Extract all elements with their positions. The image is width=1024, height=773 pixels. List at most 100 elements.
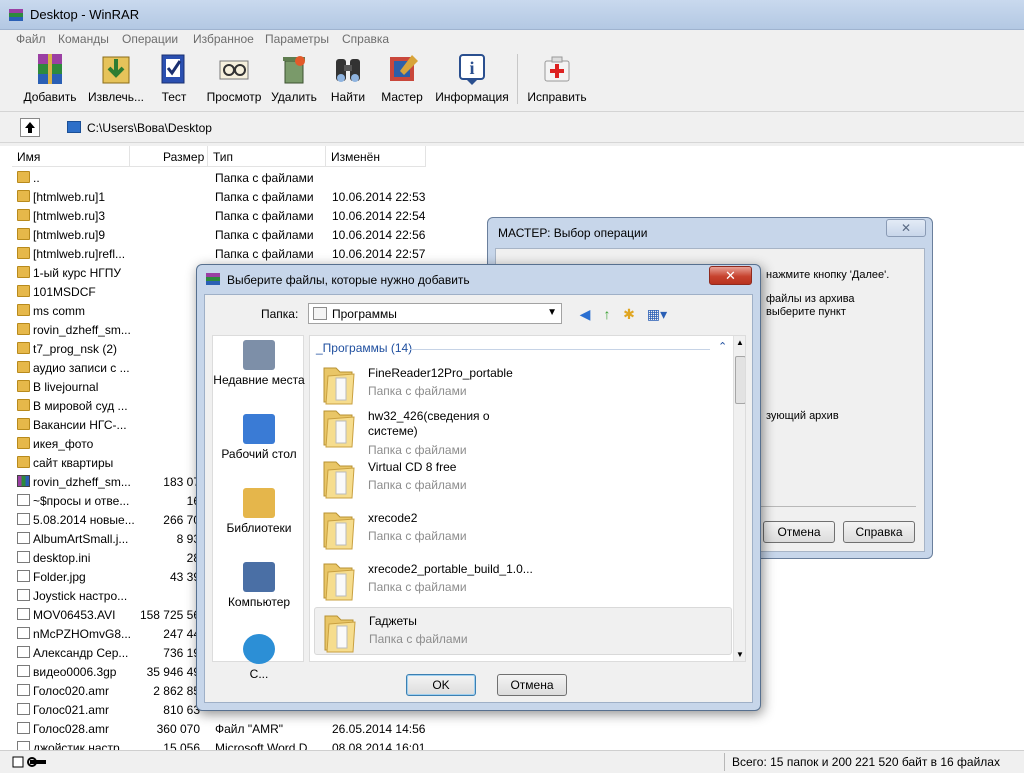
file-icon xyxy=(17,551,30,563)
folder-item[interactable]: hw32_426(сведения о системе) Папка с файл… xyxy=(314,403,732,457)
file-row[interactable]: [htmlweb.ru]refl... Папка с файлами 10.06.… xyxy=(0,244,430,263)
folder-item[interactable]: FineReader12Pro_portable Папка с файлами xyxy=(314,360,732,408)
folder-item[interactable]: Гаджеты Папка с файлами xyxy=(314,607,732,655)
file-type: Папка с файлами xyxy=(215,209,314,223)
find-icon xyxy=(336,59,360,82)
menu-commands[interactable]: Команды xyxy=(58,32,109,46)
wizard-cancel-button[interactable]: Отмена xyxy=(763,521,835,543)
folder-type: Папка с файлами xyxy=(369,632,468,646)
menu-file[interactable]: Файл xyxy=(16,32,46,46)
wizard-help-button[interactable]: Справка xyxy=(843,521,915,543)
view-menu-icon[interactable]: ▦▾ xyxy=(645,306,669,322)
folder-icon xyxy=(17,342,30,354)
file-icon xyxy=(17,703,30,715)
extract-button[interactable]: Извлечь... xyxy=(84,51,148,109)
column-modified[interactable]: Изменён xyxy=(326,146,426,167)
test-button[interactable]: Тест xyxy=(152,51,196,109)
wizard-icon xyxy=(390,55,418,81)
column-name-label: Имя xyxy=(17,150,41,164)
wizard-text-2: файлы из архива xyxy=(766,293,855,305)
collapse-chevron-icon[interactable]: ⌃ xyxy=(718,340,727,353)
folder-icon xyxy=(324,615,356,653)
add-button[interactable]: Добавить xyxy=(22,51,78,109)
file-icon xyxy=(17,684,30,696)
up-folder-icon[interactable]: ↑ xyxy=(599,306,615,322)
wizard-close-button[interactable]: ✕ xyxy=(886,219,926,237)
file-icon xyxy=(17,513,30,525)
folder-item[interactable]: xrecode2_portable_build_1.0... Папка с фа… xyxy=(314,556,732,604)
file-icon xyxy=(17,646,30,658)
archive-icon xyxy=(17,475,30,487)
delete-label: Удалить xyxy=(271,90,317,104)
menu-favorites[interactable]: Избранное xyxy=(193,32,254,46)
scroll-down-icon[interactable]: ▼ xyxy=(736,650,744,659)
up-folder-button[interactable] xyxy=(20,118,40,137)
file-row[interactable]: Голос028.amr 360 070 Файл "AMR" 26.05.2014 … xyxy=(0,719,430,738)
new-folder-icon[interactable]: ✱ xyxy=(621,306,637,322)
ok-button[interactable]: OK xyxy=(406,674,476,696)
file-row[interactable]: джойстик настр... 15 056 Microsoft Word D.… xyxy=(0,738,430,750)
group-header[interactable]: _Программы (14) xyxy=(316,341,412,355)
dialog-cancel-button[interactable]: Отмена xyxy=(497,674,567,696)
menu-options[interactable]: Параметры xyxy=(265,32,329,46)
menu-help[interactable]: Справка xyxy=(342,32,389,46)
file-row[interactable]: .. Папка с файлами xyxy=(0,168,430,187)
column-type[interactable]: Тип xyxy=(208,146,326,167)
file-row[interactable]: [htmlweb.ru]9 Папка с файлами 10.06.2014 2… xyxy=(0,225,430,244)
find-button[interactable]: Найти xyxy=(328,51,368,109)
title-bar: Desktop - WinRAR xyxy=(0,0,1024,30)
scroll-up-icon[interactable]: ▲ xyxy=(736,338,744,347)
test-icon xyxy=(161,54,185,84)
place-libraries[interactable]: Библиотеки xyxy=(213,488,305,535)
libraries-icon xyxy=(243,488,275,518)
folder-item[interactable]: Virtual CD 8 free Папка с файлами xyxy=(314,454,732,502)
wizard-button[interactable]: Мастер xyxy=(378,51,426,109)
file-name: 1-ый курс НГПУ xyxy=(33,266,122,280)
menu-operations[interactable]: Операции xyxy=(122,32,178,46)
file-type: Microsoft Word D... xyxy=(215,741,318,750)
delete-button[interactable]: Удалить xyxy=(270,51,318,109)
file-name: Голос020.amr xyxy=(33,684,109,698)
place-recent-places[interactable]: Недавние места xyxy=(213,340,305,387)
column-size[interactable]: Размер xyxy=(130,146,208,167)
dialog-close-button[interactable]: ✕ xyxy=(709,266,752,285)
file-row[interactable]: [htmlweb.ru]3 Папка с файлами 10.06.2014 2… xyxy=(0,206,430,225)
file-name: джойстик настр... xyxy=(33,741,130,750)
archive-status-icons xyxy=(12,756,46,768)
up-arrow-icon xyxy=(25,122,35,133)
file-date: 10.06.2014 22:57 xyxy=(332,247,426,261)
add-label: Добавить xyxy=(23,90,77,104)
repair-button[interactable]: Исправить xyxy=(525,51,589,109)
file-size: 35 946 49 xyxy=(146,665,200,679)
folder-icon xyxy=(17,380,30,392)
group-divider xyxy=(410,349,710,350)
address-path[interactable]: C:\Users\Вова\Desktop xyxy=(87,121,212,135)
folder-icon xyxy=(17,456,30,468)
folder-icon xyxy=(17,190,30,202)
folder-name: FineReader12Pro_portable xyxy=(368,366,513,380)
back-icon[interactable]: ◀ xyxy=(577,306,593,322)
place-computer[interactable]: Компьютер xyxy=(213,562,305,609)
winrar-icon xyxy=(9,9,23,21)
place-network[interactable]: С... xyxy=(213,634,305,681)
place-label: С... xyxy=(249,667,269,681)
file-date: 10.06.2014 22:56 xyxy=(332,228,426,242)
folder-item[interactable]: xrecode2 Папка с файлами xyxy=(314,505,732,553)
repair-label: Исправить xyxy=(527,90,587,104)
file-type: Папка с файлами xyxy=(215,190,314,204)
folder-icon xyxy=(17,171,30,183)
file-name: rovin_dzheff_sm... xyxy=(33,475,131,489)
file-name: [htmlweb.ru]9 xyxy=(33,228,106,242)
info-button[interactable]: i Информация xyxy=(433,51,511,109)
look-in-dropdown[interactable]: Программы ▼ xyxy=(308,303,562,324)
folder-icon xyxy=(17,247,30,259)
scroll-thumb[interactable] xyxy=(735,356,745,404)
extract-icon xyxy=(102,56,130,84)
place-desktop[interactable]: Рабочий стол xyxy=(213,414,305,461)
file-name: t7_prog_nsk (2) xyxy=(33,342,118,356)
view-button[interactable]: Просмотр xyxy=(204,51,264,109)
column-name[interactable]: Имя xyxy=(12,146,130,167)
vertical-scrollbar[interactable]: ▲ ▼ xyxy=(733,336,745,661)
file-row[interactable]: [htmlweb.ru]1 Папка с файлами 10.06.2014 2… xyxy=(0,187,430,206)
status-bar: Всего: 15 папок и 200 221 520 байт в 16 … xyxy=(0,750,1024,773)
